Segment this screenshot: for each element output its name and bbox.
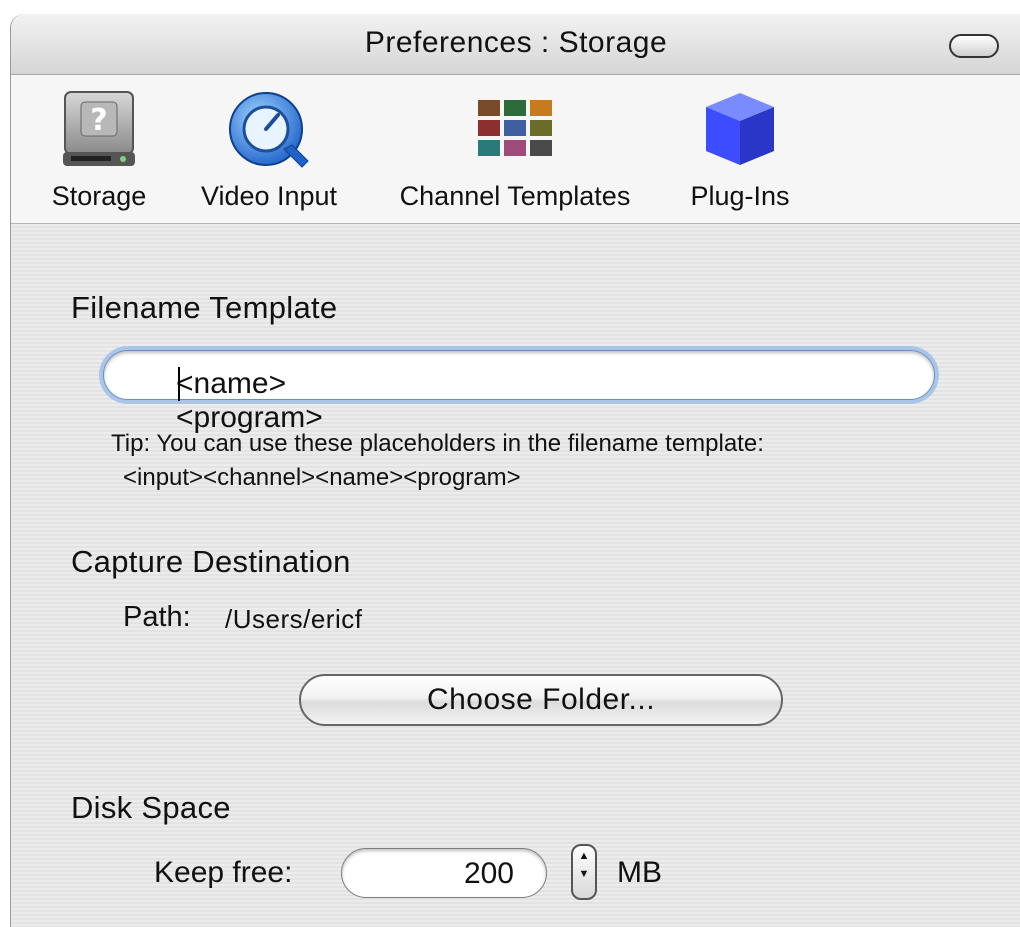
tip-placeholders: <input><channel><name><program>: [123, 464, 521, 491]
title-bar[interactable]: Preferences : Storage: [11, 14, 1020, 75]
window-title: Preferences : Storage: [364, 26, 668, 59]
quicktime-icon: [179, 85, 359, 175]
tab-plug-ins[interactable]: Plug-Ins: [675, 85, 805, 212]
keep-free-input[interactable]: 200: [341, 848, 547, 898]
stepper-down-arrow-icon[interactable]: ▼: [573, 868, 595, 894]
choose-folder-label: Choose Folder...: [426, 683, 656, 716]
path-value: /Users/ericf: [225, 604, 363, 634]
preferences-window: Preferences : Storage ? Storage Video In…: [10, 14, 1020, 927]
capture-destination-heading: Capture Destination: [71, 544, 351, 579]
keep-free-value: 200: [463, 857, 514, 890]
tab-channel-templates-label: Channel Templates: [399, 181, 631, 211]
toolbar-toggle-button[interactable]: [949, 34, 999, 58]
tab-video-input-label: Video Input: [200, 181, 338, 211]
hard-drive-icon: ?: [41, 85, 157, 175]
choose-folder-button[interactable]: Choose Folder...: [299, 674, 783, 726]
tip-text: Tip: You can use these placeholders in t…: [111, 430, 764, 457]
preferences-toolbar: ? Storage Video Input Channel Templates …: [11, 75, 1020, 224]
keep-free-stepper[interactable]: ▲ ▼: [571, 844, 597, 900]
text-caret: [178, 367, 180, 401]
storage-pane: Filename Template <name><program> Tip: Y…: [11, 224, 1020, 927]
disk-space-heading: Disk Space: [71, 790, 231, 825]
tab-channel-templates[interactable]: Channel Templates: [377, 85, 653, 212]
filename-template-input[interactable]: <name><program>: [103, 350, 935, 434]
tab-plug-ins-label: Plug-Ins: [690, 181, 790, 211]
channel-grid-icon: [377, 85, 653, 175]
blue-cube-icon: [675, 85, 805, 175]
tab-storage-label: Storage: [51, 181, 147, 211]
path-label: Path:: [123, 601, 191, 633]
filename-template-heading: Filename Template: [71, 290, 338, 325]
filename-template-value: <name><program>: [176, 367, 323, 434]
tab-storage[interactable]: ? Storage: [41, 85, 157, 212]
svg-text:?: ?: [90, 103, 107, 138]
keep-free-label: Keep free:: [154, 856, 293, 889]
tab-video-input[interactable]: Video Input: [179, 85, 359, 212]
unit-label: MB: [617, 856, 662, 889]
